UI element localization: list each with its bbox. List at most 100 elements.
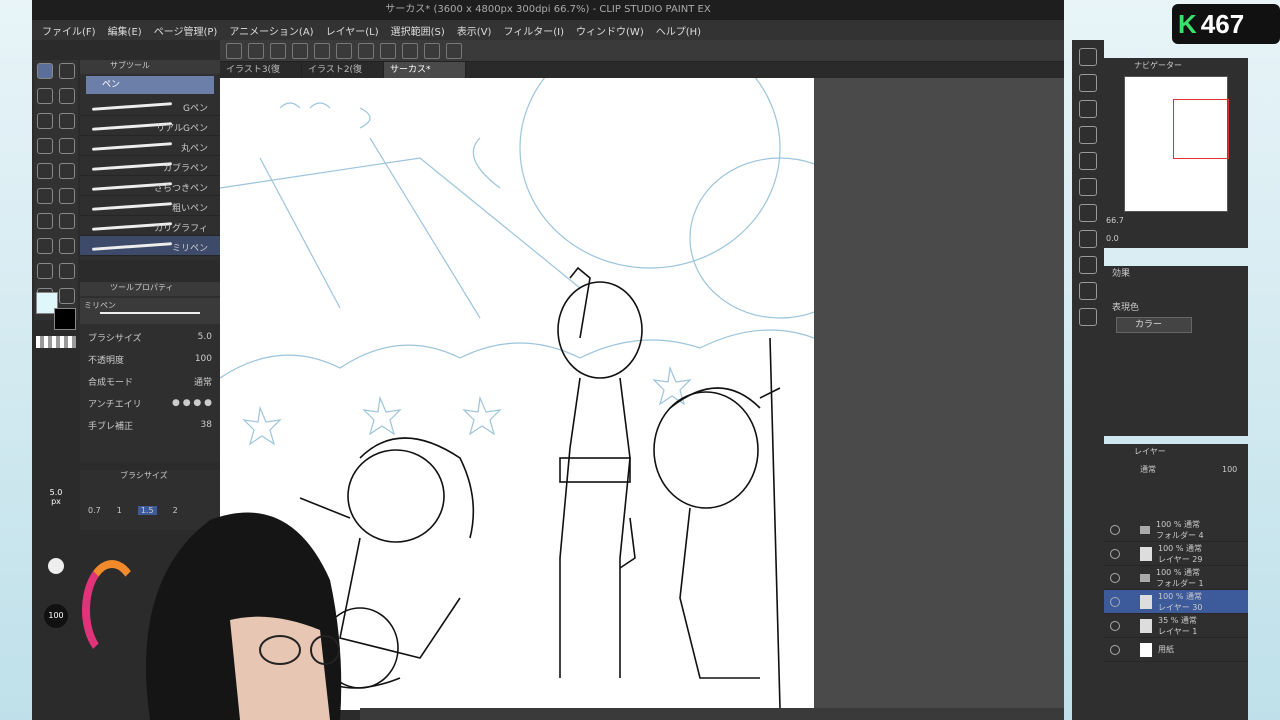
opacity-row[interactable]: 不透明度 100 [80, 348, 220, 370]
navigator-thumbnail[interactable] [1124, 76, 1229, 212]
layer-row[interactable]: 用紙 [1104, 638, 1248, 662]
eye-icon[interactable] [1110, 596, 1120, 607]
eye-icon[interactable] [1110, 524, 1120, 535]
grid-icon[interactable] [1079, 178, 1097, 196]
image-icon[interactable] [1079, 126, 1097, 144]
menu-help[interactable]: ヘルプ(H) [656, 23, 701, 38]
pen-tool-icon[interactable] [37, 63, 53, 79]
settings-icon[interactable] [446, 42, 462, 59]
brush-rough-pen[interactable]: ざらつきペン [80, 176, 220, 196]
size-preset[interactable]: 1 [117, 506, 122, 515]
stabilization-row[interactable]: 手ブレ補正 38 [80, 414, 220, 436]
menu-page[interactable]: ページ管理(P) [154, 23, 218, 38]
new-file-icon[interactable] [248, 42, 264, 59]
close-panel-icon[interactable] [1079, 100, 1097, 118]
correct-line-tool-icon[interactable] [59, 263, 75, 279]
brush-kabura-pen[interactable]: カブラペン [80, 156, 220, 176]
menu-layer[interactable]: レイヤー(L) [326, 23, 379, 38]
size-preset[interactable]: 0.7 [88, 506, 101, 515]
menu-view[interactable]: 表示(V) [457, 23, 492, 38]
operation-tool-icon[interactable] [37, 213, 53, 229]
decoration-tool-icon[interactable] [37, 113, 53, 129]
brush-round-pen[interactable]: 丸ペン [80, 136, 220, 156]
layer-row[interactable]: 100 % 通常 フォルダー 1 [1104, 566, 1248, 590]
fill-icon[interactable] [358, 42, 374, 59]
navigator-header: ナビゲーター [1134, 61, 1182, 70]
tone-icon[interactable] [1079, 256, 1097, 274]
save-icon[interactable] [292, 42, 308, 59]
brush-calligraphy[interactable]: カリグラフィ [80, 216, 220, 236]
eye-icon[interactable] [1110, 620, 1120, 631]
layer-row-selected[interactable]: 100 % 通常 レイヤー 30 [1104, 590, 1248, 614]
frame-tool-icon[interactable] [37, 263, 53, 279]
open-icon[interactable] [270, 42, 286, 59]
close-panel-icon[interactable] [1079, 152, 1097, 170]
menu-edit[interactable]: 編集(E) [108, 23, 142, 38]
grid-tool-icon[interactable] [59, 138, 75, 154]
subtool-group-pen[interactable]: ペン [86, 76, 214, 94]
move-tool-icon[interactable] [59, 113, 75, 129]
wand-tool-icon[interactable] [59, 163, 75, 179]
gradient-tool-icon[interactable] [59, 188, 75, 204]
sub-color-swatch[interactable] [54, 308, 76, 330]
menu-filter[interactable]: フィルター(I) [503, 23, 564, 38]
ruler-icon[interactable] [402, 42, 418, 59]
text-tool-icon[interactable] [37, 238, 53, 254]
layer-row[interactable]: 100 % 通常 フォルダー 4 [1104, 518, 1248, 542]
brush-size-row[interactable]: ブラシサイズ 5.0 [80, 326, 220, 348]
tab-circus[interactable]: サーカス* [384, 62, 466, 78]
home-icon[interactable] [226, 42, 242, 59]
brush-g-pen[interactable]: Gペン [80, 96, 220, 116]
eye-icon[interactable] [1110, 548, 1120, 559]
eraser-tool-icon[interactable] [59, 88, 75, 104]
eye-icon[interactable] [1110, 644, 1120, 655]
opacity-slider-knob[interactable] [48, 558, 64, 574]
menu-animation[interactable]: アニメーション(A) [229, 23, 313, 38]
history-icon[interactable] [1079, 204, 1097, 222]
info-icon[interactable] [1079, 282, 1097, 300]
brush-milli-pen[interactable]: ミリペン [80, 236, 220, 256]
angle-readout[interactable]: 0.0 [1106, 234, 1119, 243]
brush-real-g-pen[interactable]: リアルGペン [80, 116, 220, 136]
layer-blend-select[interactable]: 通常 [1140, 464, 1156, 475]
layer-row[interactable]: 35 % 通常 レイヤー 1 [1104, 614, 1248, 638]
pen-snap-icon[interactable] [424, 42, 440, 59]
brush-coarse-pen[interactable]: 粗いペン [80, 196, 220, 216]
transform-icon[interactable] [380, 42, 396, 59]
menu-window[interactable]: ウィンドウ(W) [576, 23, 644, 38]
menu-selection[interactable]: 選択範囲(S) [391, 23, 445, 38]
transparent-swatch[interactable] [36, 336, 76, 348]
bucket-tool-icon[interactable] [37, 188, 53, 204]
zoom-readout[interactable]: 66.7 [1106, 216, 1124, 225]
layer-property-icon[interactable] [1079, 230, 1097, 248]
logo-letter: K [1178, 8, 1197, 39]
tool-palette [34, 60, 78, 320]
size-readout: 5.0 px [49, 488, 63, 506]
tab-illust2[interactable]: イラスト2(復元)* [302, 62, 384, 91]
layer-opacity-readout[interactable]: 100 [1222, 465, 1237, 474]
tab-illust3[interactable]: イラスト3(復元)* [220, 62, 302, 91]
display-color-select[interactable]: カラー [1116, 317, 1192, 333]
subtool-panel: サブツール ペン Gペン リアルGペン 丸ペン カブラペン ざらつきペン 粗いペ… [80, 60, 220, 260]
antialias-row[interactable]: アンチエイリ ● ● ● ● [80, 392, 220, 414]
toolprop-header: ツールプロパティ [80, 282, 220, 296]
line-tool-icon[interactable] [59, 213, 75, 229]
undo-icon[interactable] [314, 42, 330, 59]
pencil-tool-icon[interactable] [59, 63, 75, 79]
material-icon[interactable] [1079, 48, 1097, 66]
balloon-tool-icon[interactable] [59, 238, 75, 254]
eye-icon[interactable] [1110, 572, 1120, 583]
blend-mode-row[interactable]: 合成モード 通常 [80, 370, 220, 392]
blend-tool-icon[interactable] [37, 138, 53, 154]
search-icon[interactable] [1079, 74, 1097, 92]
menu-file[interactable]: ファイル(F) [42, 23, 96, 38]
brush-tool-icon[interactable] [37, 88, 53, 104]
layer-row[interactable]: 100 % 通常 レイヤー 29 [1104, 542, 1248, 566]
view-rectangle[interactable] [1173, 99, 1229, 159]
lasso-tool-icon[interactable] [37, 163, 53, 179]
display-color-label: 表現色 [1112, 303, 1140, 313]
timeline-icon[interactable] [1079, 308, 1097, 326]
opacity-readout: 100 [44, 604, 68, 628]
redo-icon[interactable] [336, 42, 352, 59]
canvas-bottom-bar [360, 708, 1064, 720]
